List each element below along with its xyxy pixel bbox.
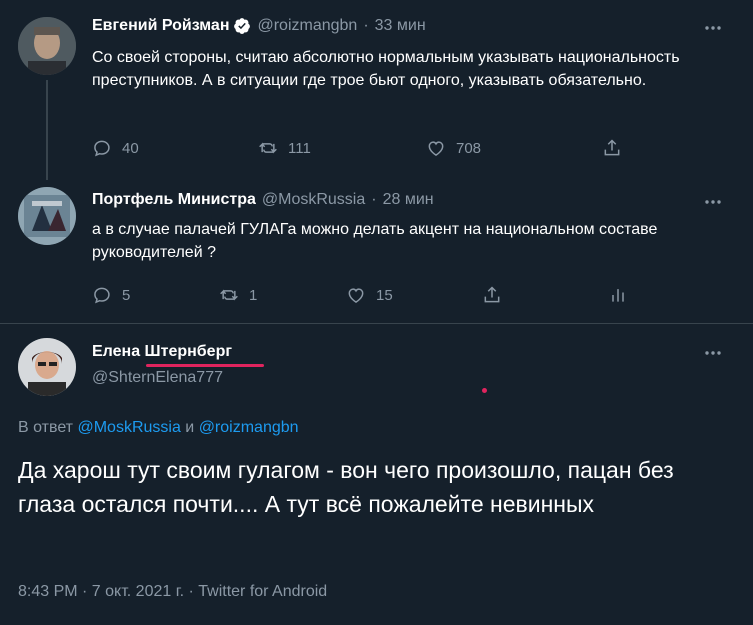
like-count: 708	[456, 139, 482, 157]
analytics-icon	[612, 289, 624, 302]
avatar[interactable]	[18, 338, 76, 396]
tweet-time[interactable]: 33 мин	[375, 17, 426, 35]
tweet-time[interactable]: 28 мин	[383, 191, 434, 209]
more-icon[interactable]	[703, 18, 723, 38]
reply-count: 40	[122, 139, 139, 157]
author-name[interactable]: Елена Штернберг	[92, 343, 232, 361]
retweet-icon	[220, 289, 238, 301]
reply-icon	[94, 140, 110, 157]
share-button[interactable]	[602, 138, 622, 158]
reply-and: и	[185, 419, 195, 436]
like-icon	[428, 141, 444, 156]
reply-context: В ответ @MoskRussia и @roizmangbn	[18, 419, 299, 437]
share-button[interactable]	[482, 285, 608, 305]
retweet-count: 1	[249, 286, 258, 304]
verified-icon	[234, 18, 251, 34]
tweet-main: Елена Штернберг @ShternElena777 В ответ …	[0, 324, 753, 625]
reply-prefix: В ответ	[18, 419, 74, 436]
tweet-roizman[interactable]: Евгений Ройзман @roizmangbn · 33 мин Со …	[0, 0, 753, 180]
like-count: 15	[376, 286, 393, 304]
retweet-count: 111	[288, 139, 311, 157]
avatar[interactable]	[18, 17, 76, 75]
main-tweet-text: Да харош тут своим гулагом - вон чего пр…	[18, 457, 674, 517]
reply-count: 5	[122, 286, 131, 304]
separator-dot: ·	[371, 191, 377, 208]
reply-icon	[94, 287, 110, 304]
reply-button[interactable]: 5	[92, 285, 219, 305]
tweet-text: Со своей стороны, считаю абсолютно норма…	[92, 49, 680, 89]
like-button[interactable]: 15	[346, 285, 482, 305]
retweet-icon	[259, 142, 277, 154]
more-icon[interactable]	[703, 192, 723, 212]
author-name[interactable]: Евгений Ройзман	[92, 17, 229, 35]
like-icon	[348, 288, 364, 303]
tweet-moskrussia[interactable]: Портфель Министра @MoskRussia · 28 мин а…	[0, 178, 753, 323]
tweet-meta[interactable]: 8:43 PM · 7 окт. 2021 г. · Twitter for A…	[18, 583, 327, 601]
reply-mention-link[interactable]: @MoskRussia	[77, 419, 180, 436]
underline-annotation	[146, 364, 264, 367]
separator-dot: ·	[363, 17, 369, 34]
like-button[interactable]: 708	[426, 138, 602, 158]
retweet-button[interactable]: 1	[219, 285, 346, 305]
retweet-button[interactable]: 111	[258, 138, 426, 158]
reply-mention-link[interactable]: @roizmangbn	[199, 419, 299, 436]
author-name[interactable]: Портфель Министра	[92, 191, 256, 209]
reply-button[interactable]: 40	[92, 138, 258, 158]
tweet-text: а в случае палачей ГУЛАГа можно делать а…	[92, 221, 658, 261]
author-handle[interactable]: @roizmangbn	[257, 17, 357, 35]
annotation-dot	[482, 388, 487, 393]
more-icon[interactable]	[703, 343, 723, 363]
author-handle[interactable]: @ShternElena777	[92, 369, 223, 387]
share-icon	[484, 286, 500, 303]
share-icon	[604, 139, 620, 156]
author-handle[interactable]: @MoskRussia	[262, 191, 365, 209]
thread-line	[46, 80, 48, 180]
analytics-button[interactable]	[608, 285, 628, 305]
avatar[interactable]	[18, 187, 76, 245]
